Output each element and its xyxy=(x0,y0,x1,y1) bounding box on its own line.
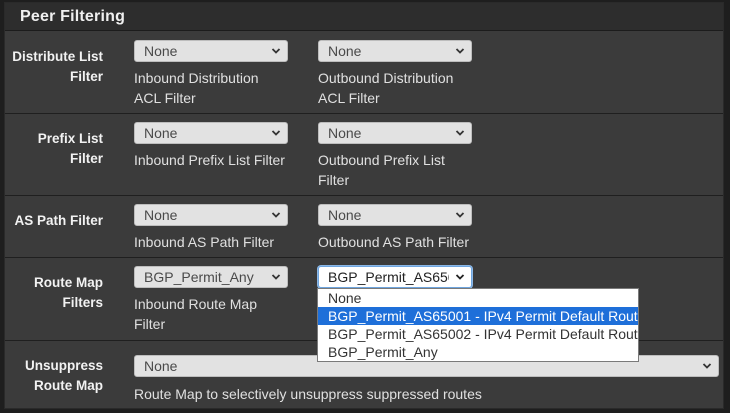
unsuppress-route-map-help: Route Map to selectively unsuppress supp… xyxy=(134,386,482,402)
chevron-down-icon xyxy=(271,48,281,54)
as-path-outbound-select[interactable]: None xyxy=(318,204,472,226)
row-label-as-path: AS Path Filter xyxy=(14,213,103,228)
distribute-list-inbound-help: Inbound Distribution ACL Filter xyxy=(134,70,259,106)
distribute-list-inbound-select[interactable]: None xyxy=(134,40,288,62)
route-map-inbound-help: Inbound Route Map Filter xyxy=(134,296,257,332)
chevron-down-icon xyxy=(455,48,465,54)
row-label-prefix-list: Prefix List Filter xyxy=(37,131,103,166)
chevron-down-icon xyxy=(271,212,281,218)
distribute-list-outbound-help: Outbound Distribution ACL Filter xyxy=(318,70,454,106)
route-map-inbound-select[interactable]: BGP_Permit_Any xyxy=(134,266,288,288)
row-label-distribute-list: Distribute List Filter xyxy=(12,49,103,84)
distribute-list-outbound-select[interactable]: None xyxy=(318,40,472,62)
dropdown-option[interactable]: BGP_Permit_AS65002 - IPv4 Permit Default… xyxy=(318,325,638,343)
as-path-outbound-help: Outbound AS Path Filter xyxy=(318,234,469,250)
chevron-down-icon xyxy=(455,130,465,136)
row-prefix-list: Prefix List Filter None None Inbound Pre… xyxy=(5,114,723,196)
chevron-down-icon xyxy=(702,363,712,369)
as-path-inbound-help: Inbound AS Path Filter xyxy=(134,234,275,250)
row-label-unsuppress: Unsuppress Route Map xyxy=(24,358,103,393)
chevron-down-icon xyxy=(455,212,465,218)
row-distribute-list: Distribute List Filter None None Inbound… xyxy=(5,32,723,114)
as-path-inbound-select[interactable]: None xyxy=(134,204,288,226)
dropdown-option[interactable]: None xyxy=(318,289,638,307)
row-as-path: AS Path Filter None None Inbound AS Path… xyxy=(5,196,723,258)
prefix-list-inbound-help: Inbound Prefix List Filter xyxy=(134,152,285,168)
chevron-down-icon xyxy=(271,274,281,280)
dropdown-option-highlighted[interactable]: BGP_Permit_AS65001 - IPv4 Permit Default… xyxy=(318,307,638,325)
route-map-outbound-select[interactable]: BGP_Permit_AS650 xyxy=(318,266,472,288)
panel-header: Peer Filtering xyxy=(5,3,723,31)
chevron-down-icon xyxy=(455,274,465,280)
prefix-list-outbound-select[interactable]: None xyxy=(318,122,472,144)
prefix-list-outbound-help: Outbound Prefix List Filter xyxy=(318,152,445,188)
dropdown-option[interactable]: BGP_Permit_Any xyxy=(318,343,638,361)
row-label-route-map: Route Map Filters xyxy=(34,275,103,310)
prefix-list-inbound-select[interactable]: None xyxy=(134,122,288,144)
route-map-outbound-dropdown: None BGP_Permit_AS65001 - IPv4 Permit De… xyxy=(317,288,639,362)
chevron-down-icon xyxy=(271,130,281,136)
panel-title: Peer Filtering xyxy=(20,8,126,25)
